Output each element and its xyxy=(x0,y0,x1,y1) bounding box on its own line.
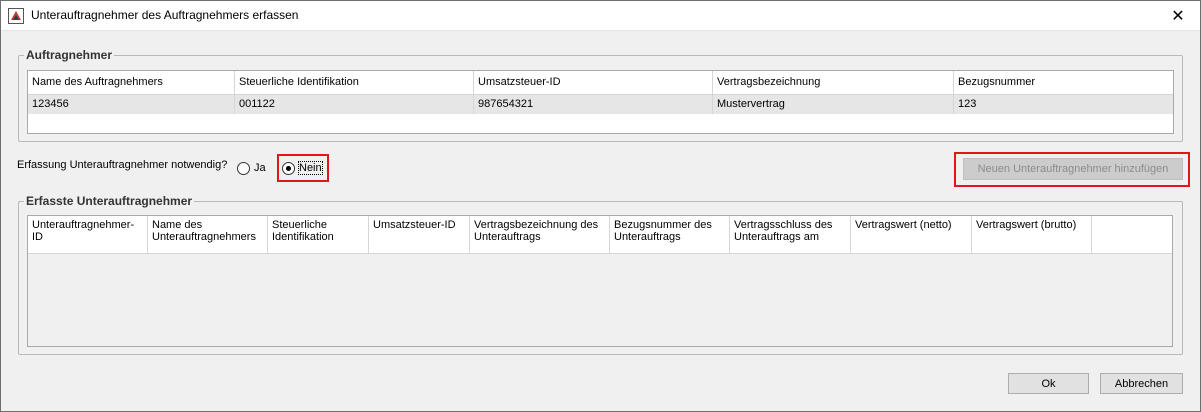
radio-ja[interactable]: Ja xyxy=(236,160,270,178)
column-header[interactable]: Bezugsnummer des Unterauftrags xyxy=(610,216,730,254)
column-header[interactable]: Umsatzsteuer-ID xyxy=(474,71,713,95)
radio-nein[interactable]: Nein xyxy=(281,160,325,178)
subcontractors-group-title: Erfasste Unterauftragnehmer xyxy=(24,194,195,208)
column-header[interactable]: Steuerliche Identifikation xyxy=(235,71,474,95)
column-header[interactable]: Vertragsbezeichnung des Unterauftrags xyxy=(470,216,610,254)
subcontractors-table: Unterauftragnehmer-ID Name des Unterauft… xyxy=(27,215,1173,347)
app-icon xyxy=(8,8,24,24)
column-header[interactable]: Vertragsbezeichnung xyxy=(713,71,954,95)
column-header[interactable]: Name des Auftragnehmers xyxy=(28,71,235,95)
contractor-table: Name des Auftragnehmers Steuerliche Iden… xyxy=(27,70,1174,134)
window-title: Unterauftragnehmer des Auftragnehmers er… xyxy=(31,8,299,22)
column-header[interactable]: Vertragsschluss des Unterauftrags am xyxy=(730,216,851,254)
table-cell: 123 xyxy=(958,98,977,110)
contractor-group-title: Auftragnehmer xyxy=(24,48,115,62)
close-icon: ✕ xyxy=(1171,7,1185,25)
cancel-button[interactable]: Abbrechen xyxy=(1100,373,1183,394)
column-header[interactable]: Vertragswert (brutto) xyxy=(972,216,1092,254)
table-cell: 001122 xyxy=(235,95,474,114)
column-header[interactable]: Bezugsnummer xyxy=(954,71,1173,95)
ok-button[interactable]: Ok xyxy=(1008,373,1089,394)
radio-button[interactable] xyxy=(237,162,250,175)
column-header[interactable]: Unterauftragnehmer-ID xyxy=(28,216,148,254)
radio-button-selected[interactable] xyxy=(282,162,295,175)
table-cell: Mustervertrag xyxy=(713,95,954,114)
add-subcontractor-button[interactable]: Neuen Unterauftragnehmer hinzufügen xyxy=(963,158,1183,180)
column-header[interactable]: Steuerliche Identifikation xyxy=(268,216,369,254)
column-header[interactable]: Vertragswert (netto) xyxy=(851,216,972,254)
radio-ja-label: Ja xyxy=(254,162,266,174)
subcontractors-table-header: Unterauftragnehmer-ID Name des Unterauft… xyxy=(28,216,1172,254)
title-bar: Unterauftragnehmer des Auftragnehmers er… xyxy=(0,0,1201,31)
table-cell: 123456 xyxy=(28,95,235,114)
table-row[interactable]: 123456 001122 987654321 Mustervertrag 12… xyxy=(28,95,1173,114)
column-header[interactable]: Umsatzsteuer-ID xyxy=(369,216,470,254)
close-button[interactable]: ✕ xyxy=(1155,0,1201,31)
table-cell: 987654321 xyxy=(474,95,713,114)
column-header-empty xyxy=(1092,216,1172,254)
subcontractor-question-label: Erfassung Unterauftragnehmer notwendig? xyxy=(17,159,228,171)
column-header[interactable]: Name des Unterauftragnehmers xyxy=(148,216,268,254)
radio-nein-label: Nein xyxy=(298,161,323,175)
contractor-table-header: Name des Auftragnehmers Steuerliche Iden… xyxy=(28,71,1173,95)
radio-dot xyxy=(286,166,291,171)
